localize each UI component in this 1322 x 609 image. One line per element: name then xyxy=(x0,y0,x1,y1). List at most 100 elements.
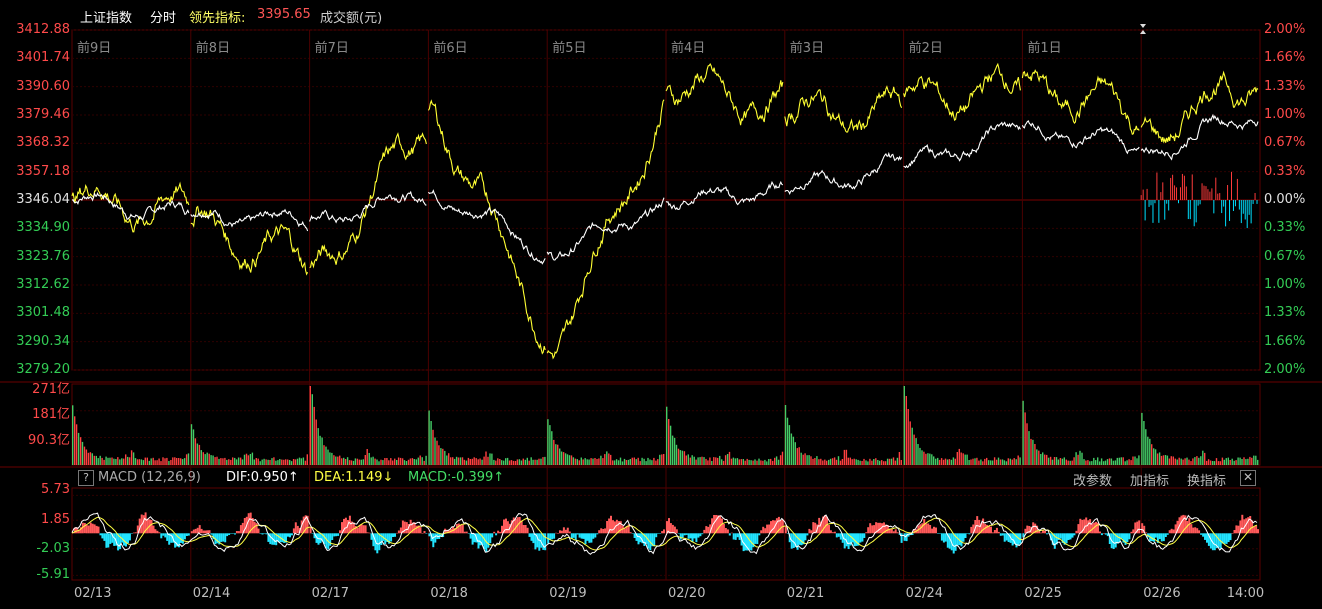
macd-histogram-bar xyxy=(1100,533,1103,536)
volume-bar xyxy=(463,459,466,465)
macd-histogram-bar xyxy=(1192,527,1195,534)
volume-bar xyxy=(202,452,204,465)
add-indicator-button[interactable]: 加指标 xyxy=(1130,470,1169,489)
price-line xyxy=(903,121,1021,169)
macd-histogram-bar xyxy=(681,533,684,538)
macd-histogram-bar xyxy=(691,533,694,542)
macd-histogram-bar xyxy=(828,524,830,534)
volume-bar xyxy=(166,457,168,465)
volume-bar xyxy=(923,451,925,465)
price-tick-label: 3390.60 xyxy=(16,78,70,94)
switch-indicator-button[interactable]: 换指标 xyxy=(1187,470,1226,489)
volume-bar xyxy=(896,457,899,465)
volume-bar xyxy=(386,458,388,465)
volume-bar xyxy=(1192,458,1194,465)
volume-bar xyxy=(574,458,577,465)
volume-bar xyxy=(1160,455,1163,465)
volume-bar xyxy=(788,425,791,465)
macd-title[interactable]: MACD (12,26,9) xyxy=(98,470,201,485)
macd-histogram-bar xyxy=(693,533,696,539)
volume-bar xyxy=(317,428,319,465)
volume-bar xyxy=(93,455,95,465)
volume-bar xyxy=(847,457,849,465)
macd-histogram-bar xyxy=(833,531,836,534)
volume-bar xyxy=(453,458,456,465)
volume-bar xyxy=(218,458,220,465)
volume-bar xyxy=(448,453,450,465)
volume-bar xyxy=(738,459,740,465)
macd-histogram-bar xyxy=(564,529,567,534)
macd-histogram-bar xyxy=(1003,533,1006,542)
macd-histogram-bar xyxy=(871,525,874,534)
volume-bar xyxy=(1153,448,1155,465)
macd-histogram-bar xyxy=(200,528,203,534)
volume-bar xyxy=(354,458,357,465)
volume-bar xyxy=(639,461,641,465)
macd-histogram-bar xyxy=(1257,529,1259,534)
volume-bar xyxy=(1057,459,1060,465)
volume-bar xyxy=(722,460,725,465)
volume-bar xyxy=(251,452,254,465)
macd-histogram-bar xyxy=(1067,533,1070,540)
macd-tick-label: 5.73 xyxy=(41,482,70,497)
volume-bar xyxy=(407,459,410,465)
volume-bar xyxy=(894,460,897,465)
volume-bar xyxy=(806,455,808,465)
macd-histogram-bar xyxy=(1042,530,1044,534)
volume-bar xyxy=(768,459,770,465)
macd-histogram-bar xyxy=(319,533,322,544)
macd-histogram-bar xyxy=(988,525,990,534)
volume-bar xyxy=(940,458,943,465)
macd-histogram-bar xyxy=(103,533,106,541)
volume-bar xyxy=(929,453,931,465)
time-share-chart[interactable] xyxy=(0,0,1322,609)
volume-bar xyxy=(91,453,93,465)
percent-tick-label: 2.00% xyxy=(1264,22,1306,37)
volume-bar xyxy=(900,460,902,465)
volume-bar xyxy=(457,457,460,465)
time-tick-label: 02/25 xyxy=(1024,586,1062,601)
macd-histogram-bar xyxy=(1170,528,1173,534)
modify-params-button[interactable]: 改参数 xyxy=(1073,470,1112,489)
macd-histogram-bar xyxy=(158,532,161,534)
volume-bar xyxy=(85,449,88,465)
volume-bar xyxy=(524,459,526,465)
volume-bar xyxy=(245,453,248,465)
close-icon[interactable]: ✕ xyxy=(1240,470,1256,486)
volume-bar xyxy=(446,455,448,465)
volume-bar xyxy=(570,455,573,465)
macd-histogram-bar xyxy=(378,533,381,551)
volume-bar xyxy=(75,424,78,465)
volume-bar xyxy=(434,437,436,465)
volume-bar xyxy=(756,460,758,465)
volume-bar xyxy=(555,444,557,465)
volume-bar xyxy=(348,460,351,465)
volume-bar xyxy=(183,458,186,465)
volume-bar xyxy=(657,459,659,465)
volume-bar xyxy=(800,452,802,465)
macd-histogram-bar xyxy=(1194,527,1197,534)
volume-bar xyxy=(378,461,380,465)
macd-histogram-bar xyxy=(1204,533,1206,540)
volume-bar xyxy=(1114,460,1117,465)
macd-histogram-bar xyxy=(661,531,664,534)
volume-bar xyxy=(633,457,635,465)
lead-indicator-line xyxy=(71,181,190,233)
volume-bar xyxy=(1079,450,1081,465)
macd-histogram-bar xyxy=(1130,531,1133,534)
macd-histogram-bar xyxy=(560,530,563,534)
price-line xyxy=(665,180,784,211)
volume-bar xyxy=(572,457,575,465)
percent-tick-label: 1.00% xyxy=(1264,107,1306,122)
macd-histogram-bar xyxy=(927,523,930,534)
volume-bar xyxy=(536,459,538,465)
volume-bar xyxy=(663,454,665,465)
volume-bar xyxy=(831,458,834,465)
volume-bar xyxy=(853,458,855,465)
volume-bar xyxy=(491,453,493,465)
volume-bar xyxy=(1219,461,1222,465)
time-tick-label: 02/26 xyxy=(1143,586,1181,601)
time-tick-label: 02/24 xyxy=(905,586,944,601)
volume-bar xyxy=(380,459,382,465)
volume-bar xyxy=(329,452,331,465)
